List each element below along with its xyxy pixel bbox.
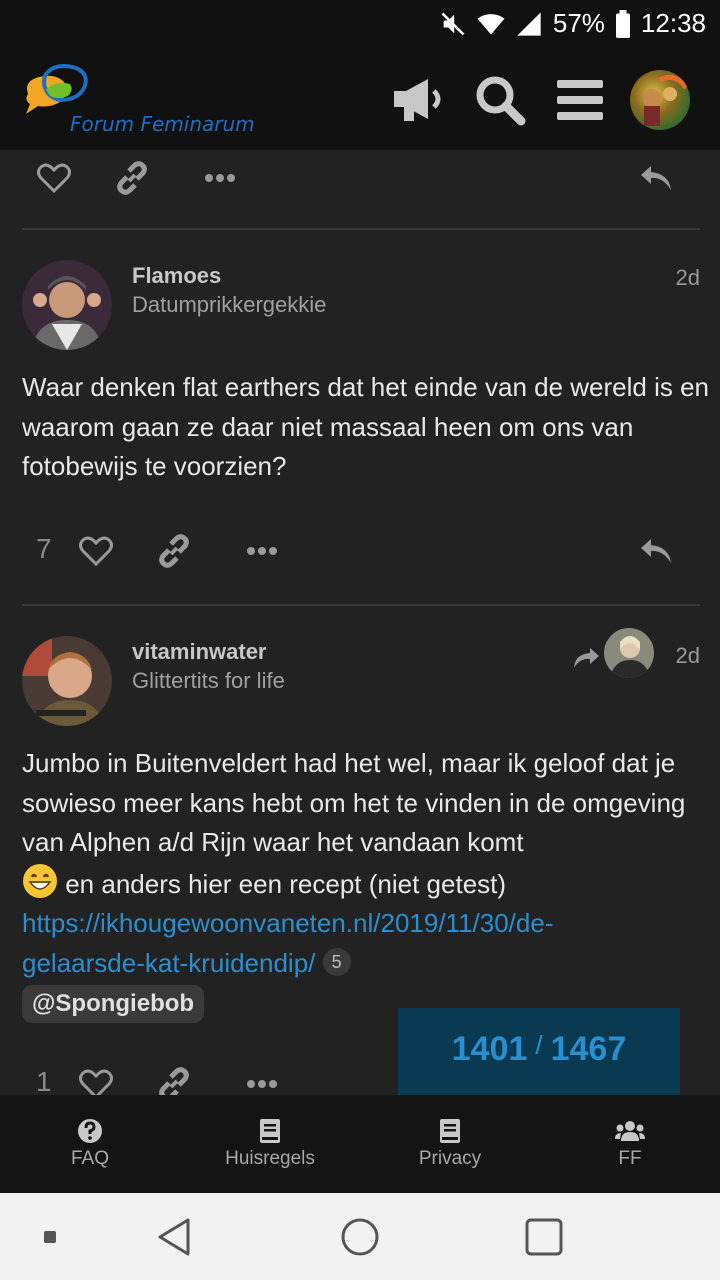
search-icon	[476, 76, 526, 126]
link-icon	[159, 1067, 189, 1095]
megaphone-icon	[394, 79, 441, 121]
signal-icon	[517, 11, 541, 36]
post: Flamoes Datumprikkergekkie 2d Waar denke…	[0, 230, 720, 605]
square-dot-icon	[44, 1231, 56, 1243]
post-body: Waar denken flat earthers dat het einde …	[22, 372, 710, 481]
more-actions-button[interactable]	[242, 1056, 282, 1095]
clock: 12:38	[640, 8, 706, 38]
reply-button[interactable]	[636, 523, 676, 579]
link-text-line1[interactable]: https://ikhougewoonvaneten.nl/2019/11/30…	[22, 908, 553, 938]
back-button[interactable]	[152, 1215, 196, 1259]
post-date[interactable]: 2d	[676, 643, 700, 669]
site-header: Forum Feminarum	[0, 50, 720, 150]
reply-to-avatar[interactable]	[604, 628, 654, 678]
announcements-button[interactable]	[388, 72, 448, 128]
username[interactable]: vitaminwater	[132, 639, 267, 665]
post-avatar[interactable]	[22, 260, 112, 350]
post-actions: 7	[0, 523, 720, 579]
like-button[interactable]	[76, 523, 116, 579]
footer-label: FAQ	[70, 1148, 109, 1169]
mute-icon	[441, 12, 465, 35]
link-text-line2[interactable]: gelaarsde-kat-kruidendip/	[22, 948, 315, 978]
like-count[interactable]: 1	[36, 1066, 52, 1095]
more-actions-button[interactable]	[242, 523, 282, 579]
search-button[interactable]	[470, 72, 530, 128]
footer-label: Huisregels	[225, 1148, 315, 1169]
status-bar: 57% 12:38	[0, 0, 720, 50]
footer-item-faq[interactable]: FAQ	[0, 1095, 180, 1193]
footer-label: FF	[618, 1148, 642, 1169]
recents-dot-button[interactable]	[28, 1215, 72, 1259]
reply-icon	[641, 539, 671, 563]
link-icon	[159, 534, 189, 568]
copy-link-button[interactable]	[154, 523, 194, 579]
overview-button[interactable]	[522, 1215, 566, 1259]
avatar-image	[22, 636, 112, 726]
users-icon	[615, 1121, 645, 1141]
post-body: Jumbo in Buitenveldert had het wel, maar…	[22, 744, 712, 1023]
question-circle-icon	[78, 1119, 102, 1143]
post-text: Jumbo in Buitenveldert had het wel, maar…	[22, 748, 686, 857]
user-mention[interactable]: @Spongiebob	[22, 985, 205, 1023]
user-avatar[interactable]	[630, 70, 690, 130]
avatar-image	[604, 628, 654, 678]
reply-icon	[641, 166, 671, 190]
logo-text: Forum Feminarum	[70, 112, 255, 136]
post-text-continued: en anders hier een recept (niet getest)	[58, 868, 507, 899]
progress-separator: /	[535, 1030, 543, 1060]
like-count[interactable]: 7	[36, 533, 52, 565]
ellipsis-icon	[205, 174, 235, 182]
heart-icon	[79, 1069, 113, 1095]
footer-label: Privacy	[418, 1148, 482, 1169]
screen: 57% 12:38 Forum Feminarum Flamoes Datump…	[0, 0, 720, 1280]
post-avatar[interactable]	[22, 636, 112, 726]
avatar-image	[643, 74, 689, 126]
like-button[interactable]	[76, 1056, 116, 1095]
like-button[interactable]	[34, 150, 74, 206]
topic-stream: Flamoes Datumprikkergekkie 2d Waar denke…	[0, 150, 720, 1095]
footer-nav: FAQ Huisregels Privacy FF	[0, 1095, 720, 1193]
copy-link-button[interactable]	[112, 150, 152, 206]
book-icon	[260, 1119, 280, 1143]
hamburger-menu-icon	[557, 80, 603, 120]
external-link[interactable]: https://ikhougewoonvaneten.nl/2019/11/30…	[22, 908, 553, 978]
topic-progress[interactable]: 1401 / 1467	[398, 1008, 680, 1095]
heart-icon	[37, 163, 71, 193]
progress-current: 1401	[451, 1030, 528, 1068]
link-click-count: 5	[322, 947, 351, 976]
heart-icon	[79, 536, 113, 566]
home-button[interactable]	[338, 1215, 382, 1259]
username[interactable]: Flamoes	[132, 263, 221, 289]
post-date[interactable]: 2d	[676, 265, 700, 291]
more-actions-button[interactable]	[200, 150, 240, 206]
link-icon	[117, 161, 147, 195]
reply-to-indicator[interactable]	[572, 646, 600, 675]
progress-total: 1467	[550, 1030, 627, 1068]
book-icon	[440, 1119, 460, 1143]
copy-link-button[interactable]	[154, 1056, 194, 1095]
battery-percent: 57%	[552, 8, 605, 38]
home-circle-icon	[341, 1218, 379, 1256]
menu-button[interactable]	[550, 72, 610, 128]
ellipsis-icon	[247, 1080, 277, 1088]
user-title: Datumprikkergekkie	[132, 292, 327, 317]
forum-logo[interactable]: Forum Feminarum	[20, 64, 270, 144]
system-navigation-bar	[0, 1193, 720, 1280]
user-title: Glittertits for life	[132, 668, 285, 693]
share-arrow-icon	[574, 648, 599, 668]
ellipsis-icon	[247, 547, 277, 555]
footer-item-privacy[interactable]: Privacy	[360, 1095, 540, 1193]
back-triangle-icon	[158, 1218, 190, 1256]
avatar-image	[22, 260, 112, 350]
grinning-emoji-icon	[23, 863, 57, 898]
battery-icon	[615, 9, 630, 38]
post-actions	[0, 150, 720, 206]
reply-button[interactable]	[636, 150, 676, 206]
footer-item-ff[interactable]: FF	[540, 1095, 720, 1193]
overview-square-icon	[525, 1218, 563, 1256]
footer-item-huisregels[interactable]: Huisregels	[180, 1095, 360, 1193]
wifi-icon	[477, 13, 505, 34]
